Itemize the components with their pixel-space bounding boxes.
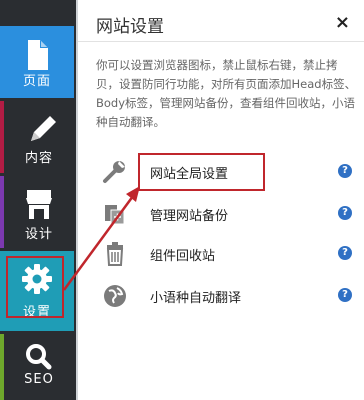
menu-item-label: 组件回收站	[150, 249, 216, 264]
menu-item-label: 管理网站备份	[150, 209, 229, 224]
sidebar-item-page[interactable]: 页面	[0, 26, 74, 98]
global-settings-highlight-box	[138, 153, 265, 191]
sidebar: 页面 内容 设计 设置 SEO	[0, 0, 76, 400]
sidebar-item-design[interactable]: 设计	[0, 176, 74, 248]
panel-description: 你可以设置浏览器图标，禁止鼠标右键，禁止拷贝，设置防同行功能，对所有页面添加He…	[96, 58, 357, 129]
menu-item-manage-backup[interactable]: 管理网站备份 ?	[96, 198, 358, 230]
backup-icon	[105, 205, 125, 225]
sidebar-item-seo[interactable]: SEO	[0, 334, 74, 400]
menu-item-auto-translate[interactable]: 小语种自动翻译 ?	[96, 280, 358, 312]
site-settings-panel: 网站设置 × 你可以设置浏览器图标，禁止鼠标右键，禁止拷贝，设置防同行功能，对所…	[76, 0, 364, 400]
menu-item-label: 小语种自动翻译	[150, 291, 242, 306]
help-icon[interactable]: ?	[338, 164, 352, 178]
globe-icon	[104, 285, 126, 307]
sidebar-item-content[interactable]: 内容	[0, 101, 74, 173]
settings-highlight-box	[6, 256, 64, 318]
help-icon[interactable]: ?	[338, 206, 352, 220]
close-button[interactable]: ×	[335, 12, 350, 33]
sidebar-item-label: 页面	[22, 74, 51, 89]
panel-title: 网站设置	[96, 17, 164, 37]
panel-header: 网站设置 ×	[78, 0, 364, 42]
sidebar-item-label: SEO	[24, 372, 54, 387]
sidebar-item-label: 设计	[24, 227, 53, 242]
menu-item-recycle-bin[interactable]: 组件回收站 ?	[96, 238, 358, 270]
wrench-icon	[103, 161, 125, 183]
trash-icon	[106, 242, 124, 266]
help-icon[interactable]: ?	[338, 246, 352, 260]
help-icon[interactable]: ?	[338, 288, 352, 302]
sidebar-item-label: 内容	[24, 151, 53, 166]
search-icon	[26, 344, 52, 370]
